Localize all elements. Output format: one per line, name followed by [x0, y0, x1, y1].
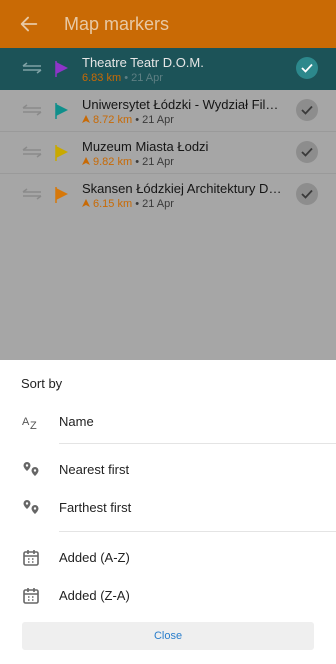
marker-name: Uniwersytet Łódzki - Wydział Filolo...: [82, 97, 282, 112]
marker-row[interactable]: Theatre Teatr D.O.M. 6.83 km • 21 Apr: [0, 48, 336, 90]
sheet-title: Sort by: [21, 376, 63, 391]
flag-icon: [55, 145, 68, 161]
divider: [59, 531, 336, 532]
app-bar: Map markers: [0, 0, 336, 48]
sort-option-label: Name: [59, 414, 94, 429]
drag-handle-icon[interactable]: [22, 146, 42, 158]
drag-handle-icon[interactable]: [22, 104, 42, 116]
calendar-icon: [23, 588, 39, 604]
flag-icon: [55, 103, 68, 119]
sort-option-added-za[interactable]: Added (Z-A): [0, 578, 336, 614]
marker-date: 21 Apr: [142, 114, 174, 126]
marker-name: Theatre Teatr D.O.M.: [82, 55, 204, 70]
dim-overlay[interactable]: [0, 212, 336, 360]
marker-name: Skansen Łódzkiej Architektury Dre...: [82, 181, 282, 196]
sort-option-name[interactable]: A Z Name: [0, 404, 336, 440]
drag-handle-icon[interactable]: [22, 188, 42, 200]
marker-meta: 8.72 km • 21 Apr: [82, 114, 174, 126]
direction-arrow-icon: [82, 199, 90, 207]
close-button[interactable]: Close: [22, 622, 314, 650]
marker-date: 21 Apr: [142, 156, 174, 168]
drag-handle-icon[interactable]: [22, 62, 42, 74]
marker-date: 21 Apr: [142, 198, 174, 210]
marker-meta: 6.15 km • 21 Apr: [82, 198, 174, 210]
page-title: Map markers: [64, 14, 170, 34]
sort-option-nearest[interactable]: Nearest first: [0, 452, 336, 488]
marker-distance: 8.72 km: [93, 114, 133, 126]
sort-alphabetical-icon: A Z: [22, 416, 37, 432]
flag-icon: [55, 187, 68, 203]
marker-row[interactable]: Muzeum Miasta Łodzi 9.82 km • 21 Apr: [0, 132, 336, 174]
svg-text:A: A: [22, 416, 30, 428]
marker-meta: 9.82 km • 21 Apr: [82, 156, 174, 168]
marker-name: Muzeum Miasta Łodzi: [82, 139, 209, 154]
sort-option-label: Added (Z-A): [59, 588, 130, 603]
check-icon[interactable]: [296, 99, 318, 121]
sort-option-farthest[interactable]: Farthest first: [0, 490, 336, 526]
divider: [59, 443, 336, 444]
direction-arrow-icon: [82, 115, 90, 123]
calendar-icon: [23, 550, 39, 566]
marker-distance: 6.83 km: [82, 72, 122, 84]
arrow-left-icon[interactable]: [18, 13, 40, 35]
sort-option-label: Added (A-Z): [59, 550, 130, 565]
check-icon[interactable]: [296, 57, 318, 79]
map-pins-icon: [23, 462, 39, 476]
marker-list: Theatre Teatr D.O.M. 6.83 km • 21 Apr Un…: [0, 48, 336, 216]
flag-icon: [55, 61, 68, 77]
marker-meta: 6.83 km • 21 Apr: [82, 72, 163, 84]
flag-fill: [56, 62, 68, 74]
marker-distance: 9.82 km: [93, 156, 133, 168]
check-icon[interactable]: [296, 183, 318, 205]
marker-row[interactable]: Skansen Łódzkiej Architektury Dre... 6.1…: [0, 174, 336, 216]
marker-row[interactable]: Uniwersytet Łódzki - Wydział Filolo... 8…: [0, 90, 336, 132]
check-icon[interactable]: [296, 141, 318, 163]
svg-text:Z: Z: [30, 420, 37, 432]
sort-bottom-sheet: Sort by A Z Name Nearest first Farthest …: [0, 360, 336, 664]
direction-arrow-icon: [82, 157, 90, 165]
sort-option-added-az[interactable]: Added (A-Z): [0, 540, 336, 576]
sort-option-label: Nearest first: [59, 462, 130, 477]
marker-distance: 6.15 km: [93, 198, 133, 210]
map-pins-icon: [23, 500, 39, 514]
marker-date: 21 Apr: [131, 72, 163, 84]
sort-option-label: Farthest first: [59, 500, 132, 515]
